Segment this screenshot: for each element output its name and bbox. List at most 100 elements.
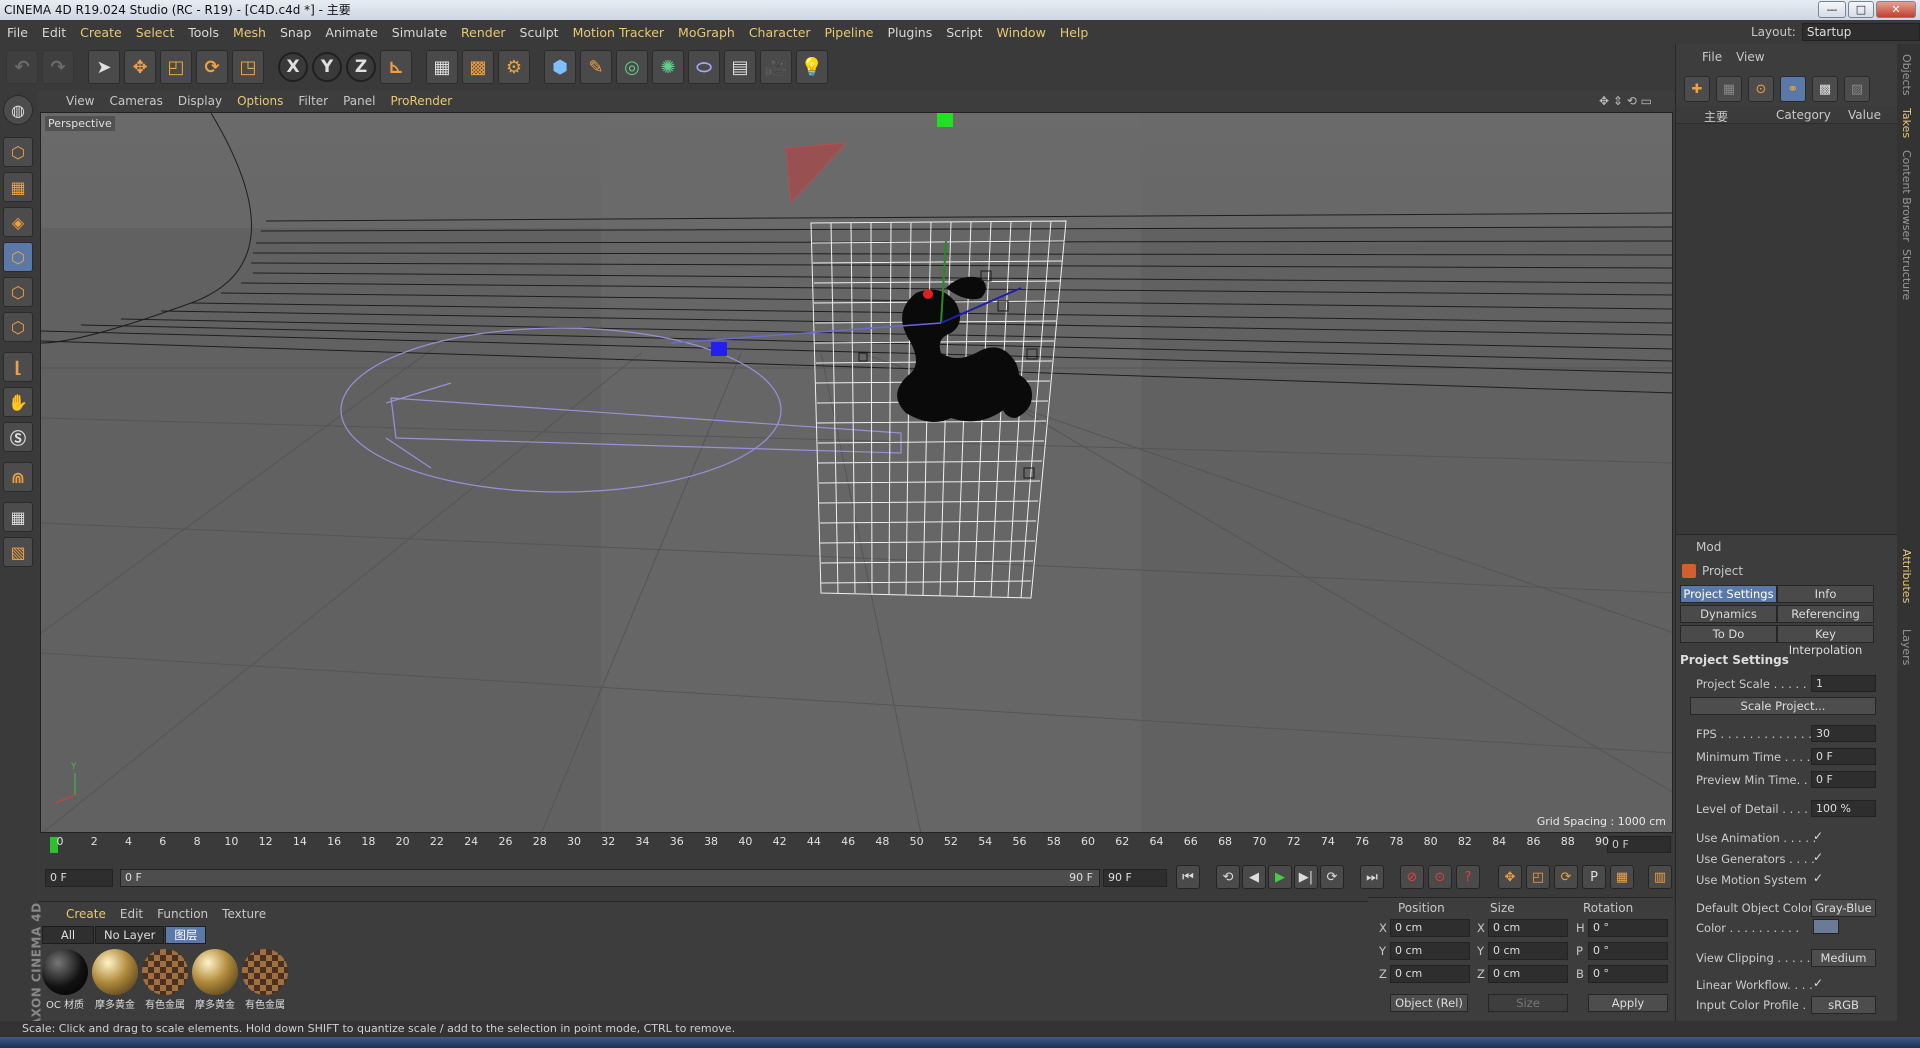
menu-snap[interactable]: Snap: [273, 25, 318, 40]
vp-menu-cameras[interactable]: Cameras: [109, 94, 162, 108]
obj-menu-file[interactable]: File: [1702, 50, 1722, 64]
size-mode-dropdown[interactable]: Size: [1488, 994, 1568, 1012]
side-tab-takes[interactable]: Takes: [1900, 108, 1913, 138]
start-frame-field[interactable]: 0 F: [45, 869, 113, 887]
coordinate-system-icon[interactable]: ⊾: [380, 50, 412, 84]
menu-edit[interactable]: Edit: [35, 25, 73, 40]
coord-mode-dropdown[interactable]: Object (Rel): [1390, 994, 1468, 1012]
use-generators-checkbox[interactable]: ✓: [1813, 850, 1823, 864]
preview-min-field[interactable]: 0 F: [1811, 771, 1876, 788]
perspective-viewport[interactable]: Y Perspective Grid Spacing : 1000 cm: [40, 112, 1673, 833]
render-view-icon[interactable]: ▦: [426, 50, 458, 84]
mat-menu-create[interactable]: Create: [66, 907, 106, 921]
menu-select[interactable]: Select: [129, 25, 182, 40]
prev-frame-icon[interactable]: ◀: [1242, 865, 1266, 889]
render-settings-icon[interactable]: ⚙: [498, 50, 530, 84]
preview-range-slider[interactable]: 0 F 90 F: [120, 869, 1100, 887]
take-group-icon[interactable]: ⚭: [1780, 76, 1806, 102]
take-marker-icon[interactable]: ▨: [1844, 76, 1870, 102]
light-icon[interactable]: 💡: [796, 50, 828, 84]
take-list[interactable]: [1676, 124, 1898, 554]
move-icon[interactable]: ✥: [124, 50, 156, 84]
position-z-field[interactable]: 0 cm: [1390, 965, 1470, 983]
key-pla-icon[interactable]: ▦: [1610, 865, 1634, 889]
play-icon[interactable]: ▶: [1268, 865, 1292, 889]
key-scale-icon[interactable]: ◰: [1526, 865, 1550, 889]
vp-menu-display[interactable]: Display: [178, 94, 222, 108]
menu-motion-tracker[interactable]: Motion Tracker: [566, 25, 671, 40]
key-parameter-icon[interactable]: P: [1582, 865, 1606, 889]
texture-mode-icon[interactable]: ▦: [3, 172, 33, 202]
side-tab-objects[interactable]: Objects: [1900, 54, 1913, 96]
material-item[interactable]: 有色金属: [142, 949, 188, 1011]
input-color-profile-dropdown[interactable]: sRGB: [1811, 996, 1876, 1014]
keyframe-selection-icon[interactable]: ?: [1456, 865, 1480, 889]
take-clone-icon[interactable]: ▦: [1716, 76, 1742, 102]
size-y-field[interactable]: 0 cm: [1488, 942, 1568, 960]
planar-workplane-icon[interactable]: ▧: [3, 537, 33, 567]
side-tab-content-browser[interactable]: Content Browser: [1900, 150, 1913, 242]
make-editable-icon[interactable]: ◍: [3, 95, 33, 125]
lock-workplane-icon[interactable]: ▦: [3, 502, 33, 532]
timeline-ruler[interactable]: 0 F 0 2 4 6 8 10 12 14 16 18 20 22 24 26 28 30 32 34 36 38 4…: [40, 833, 1673, 857]
key-rotation-icon[interactable]: ⟳: [1554, 865, 1578, 889]
scale-icon[interactable]: ◰: [160, 50, 192, 84]
attr-mode-menu[interactable]: Mod: [1696, 540, 1721, 554]
polygons-mode-icon[interactable]: ⬡: [3, 312, 33, 342]
close-button[interactable]: ✕: [1876, 1, 1916, 18]
material-item[interactable]: OC 材质: [42, 949, 88, 1011]
menu-simulate[interactable]: Simulate: [385, 25, 454, 40]
axis-mode-icon[interactable]: ⌊: [3, 352, 33, 382]
redo-icon[interactable]: ↷: [42, 50, 74, 84]
menu-animate[interactable]: Animate: [318, 25, 384, 40]
menu-sculpt[interactable]: Sculpt: [513, 25, 566, 40]
points-mode-icon[interactable]: ⬡: [3, 242, 33, 272]
tab-referencing[interactable]: Referencing: [1777, 605, 1874, 623]
take-add-icon[interactable]: ✚: [1684, 76, 1710, 102]
mat-menu-function[interactable]: Function: [157, 907, 208, 921]
min-time-field[interactable]: 0 F: [1811, 748, 1876, 765]
vp-menu-filter[interactable]: Filter: [298, 94, 328, 108]
position-x-field[interactable]: 0 cm: [1390, 919, 1470, 937]
undo-icon[interactable]: ↶: [6, 50, 38, 84]
vp-menu-prorender[interactable]: ProRender: [390, 94, 452, 108]
filter-no-layer[interactable]: No Layer: [95, 926, 165, 944]
key-position-icon[interactable]: ✥: [1498, 865, 1522, 889]
vp-menu-panel[interactable]: Panel: [343, 94, 375, 108]
vp-menu-options[interactable]: Options: [237, 94, 283, 108]
camera-icon[interactable]: 🎥: [760, 50, 792, 84]
fps-field[interactable]: 30: [1811, 725, 1876, 742]
linear-workflow-checkbox[interactable]: ✓: [1813, 976, 1823, 990]
next-frame-icon[interactable]: ▶|: [1294, 865, 1318, 889]
tab-dynamics[interactable]: Dynamics: [1680, 605, 1777, 623]
tab-to-do[interactable]: To Do: [1680, 625, 1777, 643]
mat-menu-edit[interactable]: Edit: [120, 907, 143, 921]
menu-tools[interactable]: Tools: [181, 25, 226, 40]
solo-icon[interactable]: Ⓢ: [3, 422, 33, 452]
array-icon[interactable]: ✺: [652, 50, 684, 84]
render-picture-viewer-icon[interactable]: ▩: [462, 50, 494, 84]
cube-icon[interactable]: ⬢: [544, 50, 576, 84]
current-frame-field[interactable]: 0 F: [1607, 836, 1671, 853]
prev-key-icon[interactable]: ⟲: [1216, 865, 1240, 889]
maximize-button[interactable]: □: [1848, 1, 1874, 18]
menu-mograph[interactable]: MoGraph: [671, 25, 742, 40]
side-tab-attributes[interactable]: Attributes: [1900, 549, 1913, 603]
tab-project-settings[interactable]: Project Settings: [1680, 585, 1777, 603]
go-to-start-icon[interactable]: ⏮: [1176, 865, 1200, 889]
vp-menu-view[interactable]: View: [66, 94, 94, 108]
scale-project-button[interactable]: Scale Project...: [1690, 697, 1876, 715]
size-x-field[interactable]: 0 cm: [1488, 919, 1568, 937]
autokey-icon[interactable]: ⊙: [1428, 865, 1452, 889]
menu-mesh[interactable]: Mesh: [226, 25, 273, 40]
use-motion-checkbox[interactable]: ✓: [1813, 871, 1823, 885]
rotation-b-field[interactable]: 0 °: [1588, 965, 1668, 983]
menu-plugins[interactable]: Plugins: [880, 25, 939, 40]
take-render-icon[interactable]: ▩: [1812, 76, 1838, 102]
position-y-field[interactable]: 0 cm: [1390, 942, 1470, 960]
tweak-mode-icon[interactable]: ✋: [3, 387, 33, 417]
view-clipping-dropdown[interactable]: Medium: [1811, 949, 1876, 967]
material-item[interactable]: 有色金属: [242, 949, 288, 1011]
menu-character[interactable]: Character: [742, 25, 818, 40]
lod-field[interactable]: 100 %: [1811, 800, 1876, 817]
